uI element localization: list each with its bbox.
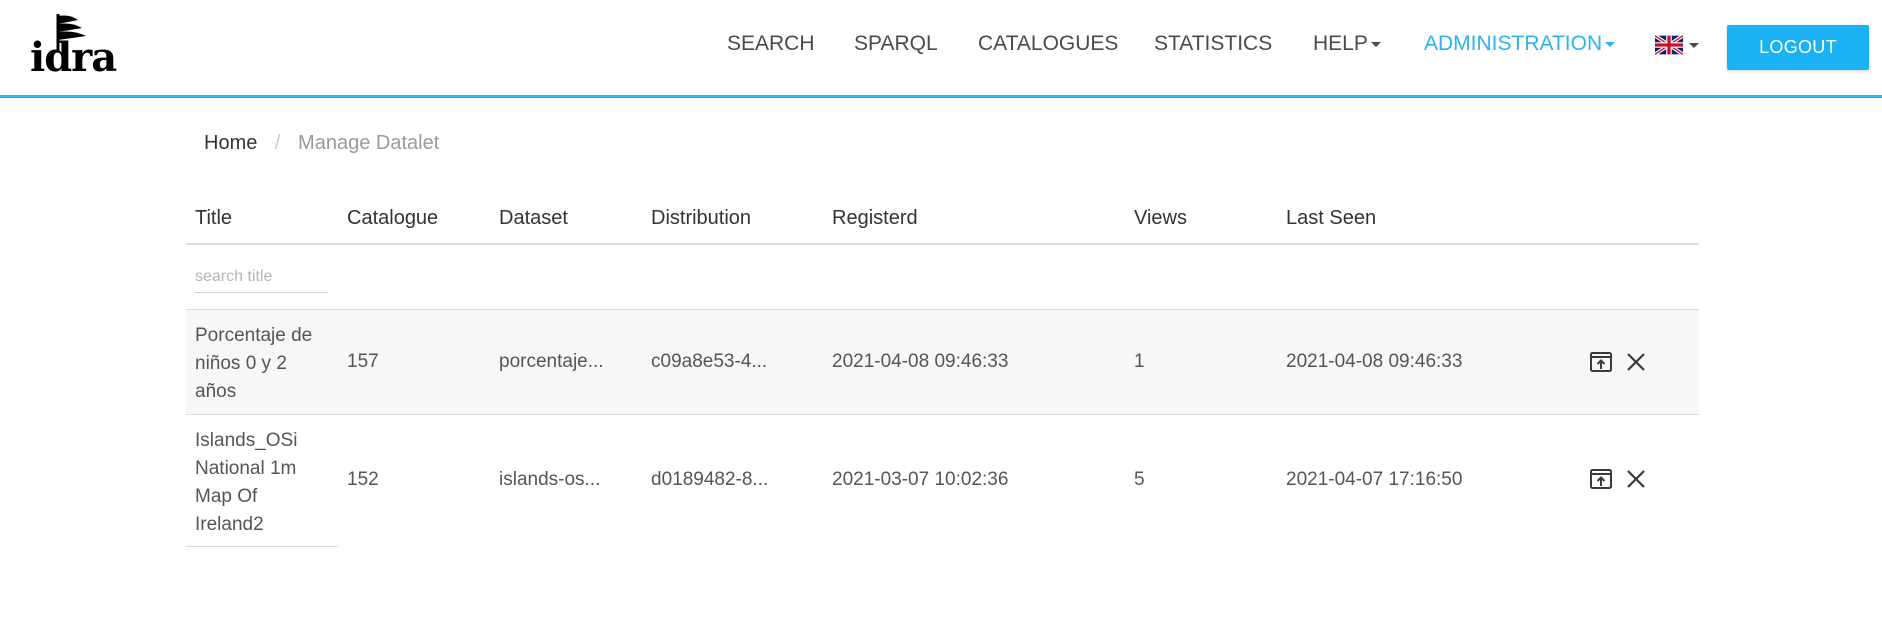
breadcrumb-home-link[interactable]: Home	[204, 132, 257, 154]
column-header-catalogue[interactable]: Catalogue	[347, 207, 438, 230]
column-header-title[interactable]: Title	[195, 207, 232, 230]
cell-registered: 2021-04-08 09:46:33	[832, 351, 1009, 372]
table-row[interactable]: Islands_OSi National 1m Map Of Ireland2 …	[186, 415, 1699, 547]
nav-sparql[interactable]: SPARQL	[854, 32, 938, 56]
breadcrumb-current: Manage Datalet	[298, 132, 440, 154]
breadcrumb: Home / Manage Datalet	[204, 132, 439, 155]
nav-help-label: HELP	[1313, 32, 1368, 55]
cell-last-seen: 2021-04-07 17:16:50	[1286, 469, 1463, 490]
nav-search[interactable]: SEARCH	[727, 32, 815, 56]
nav-statistics[interactable]: STATISTICS	[1154, 32, 1272, 56]
table-filter-row	[186, 245, 1699, 310]
cell-views: 5	[1134, 469, 1145, 490]
nav-administration-dropdown[interactable]: ADMINISTRATION	[1424, 32, 1616, 56]
cell-last-seen: 2021-04-08 09:46:33	[1286, 351, 1463, 372]
column-header-distribution[interactable]: Distribution	[651, 207, 751, 230]
logout-button[interactable]: LOGOUT	[1727, 25, 1869, 70]
chevron-down-icon	[1605, 41, 1616, 47]
column-header-views[interactable]: Views	[1134, 207, 1187, 230]
delete-close-icon[interactable]	[1624, 350, 1648, 374]
main-nav: SEARCH SPARQL CATALOGUES STATISTICS HELP…	[0, 0, 1882, 92]
cell-distribution: d0189482-8...	[651, 469, 769, 490]
search-title-input[interactable]	[195, 261, 328, 293]
open-in-new-icon[interactable]	[1589, 467, 1613, 491]
cell-catalogue: 157	[347, 351, 379, 372]
datalet-table: Title Catalogue Dataset Distribution Reg…	[186, 195, 1699, 547]
table-row[interactable]: Porcentaje de niños 0 y 2 años 157 porce…	[186, 310, 1699, 415]
cell-title: Porcentaje de niños 0 y 2 años	[195, 325, 313, 402]
cell-dataset: porcentaje...	[499, 351, 604, 372]
nav-help-dropdown[interactable]: HELP	[1313, 32, 1381, 56]
language-chevron-down-icon[interactable]	[1689, 43, 1699, 48]
cell-title: Islands_OSi National 1m Map Of Ireland2	[195, 430, 298, 535]
open-in-new-icon[interactable]	[1589, 350, 1613, 374]
cell-catalogue: 152	[347, 469, 379, 490]
column-header-last-seen[interactable]: Last Seen	[1286, 207, 1376, 230]
cell-registered: 2021-03-07 10:02:36	[832, 469, 1009, 490]
delete-close-icon[interactable]	[1624, 467, 1648, 491]
table-header: Title Catalogue Dataset Distribution Reg…	[186, 195, 1699, 245]
column-header-registered[interactable]: Registerd	[832, 207, 918, 230]
navbar: idra SEARCH SPARQL CATALOGUES STATISTICS…	[0, 0, 1882, 98]
column-header-dataset[interactable]: Dataset	[499, 207, 568, 230]
cell-distribution: c09a8e53-4...	[651, 351, 768, 372]
cell-dataset: islands-os...	[499, 469, 601, 490]
breadcrumb-separator: /	[274, 132, 281, 154]
chevron-down-icon	[1370, 41, 1381, 47]
nav-catalogues[interactable]: CATALOGUES	[978, 32, 1118, 56]
nav-administration-label: ADMINISTRATION	[1424, 32, 1603, 55]
cell-views: 1	[1134, 351, 1145, 372]
uk-flag-icon[interactable]	[1655, 34, 1683, 56]
